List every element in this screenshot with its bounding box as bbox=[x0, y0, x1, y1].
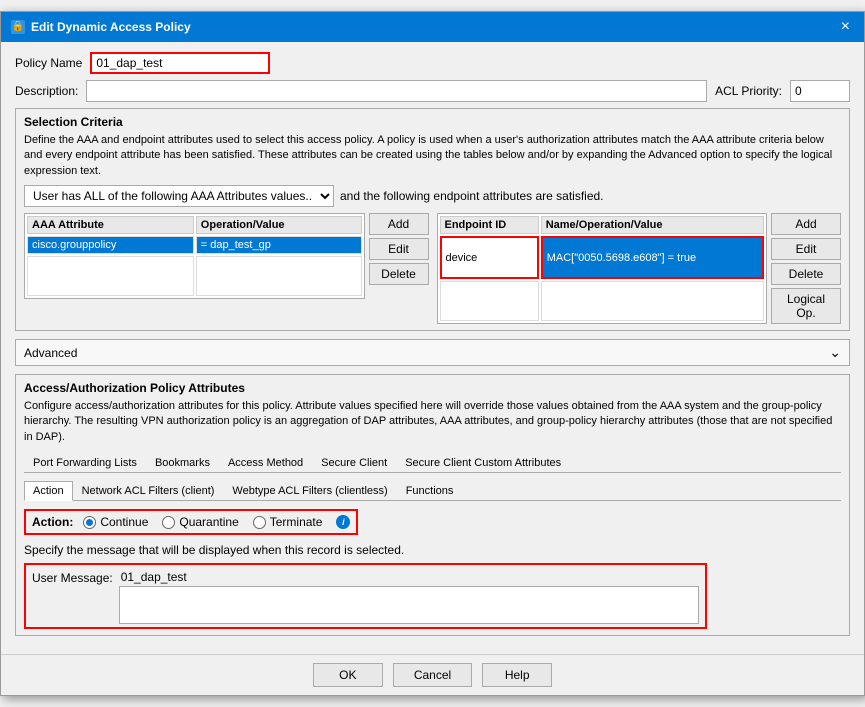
radio-continue[interactable]: Continue bbox=[83, 515, 148, 529]
acl-priority-input[interactable] bbox=[790, 80, 850, 102]
dialog-content: Policy Name Description: ACL Priority: S… bbox=[1, 42, 864, 654]
dialog-icon: 🔒 bbox=[11, 20, 25, 34]
tab-secure-client[interactable]: Secure Client bbox=[312, 453, 396, 473]
help-button[interactable]: Help bbox=[482, 663, 552, 687]
description-row: Description: ACL Priority: bbox=[15, 80, 850, 102]
action-row: Action: Continue Quarantine Terminate bbox=[24, 509, 358, 535]
user-message-row: User Message: 01_dap_test bbox=[24, 563, 841, 629]
description-label: Description: bbox=[15, 84, 78, 98]
title-bar-left: 🔒 Edit Dynamic Access Policy bbox=[11, 20, 191, 34]
aaa-table-section: AAA Attribute Operation/Value cisco.grou… bbox=[24, 213, 429, 299]
aaa-add-button[interactable]: Add bbox=[369, 213, 429, 235]
tab-access-method[interactable]: Access Method bbox=[219, 453, 312, 473]
tab-network-acl[interactable]: Network ACL Filters (client) bbox=[73, 481, 224, 501]
aaa-table-buttons: Add Edit Delete bbox=[369, 213, 429, 299]
tab-webtype-acl[interactable]: Webtype ACL Filters (clientless) bbox=[223, 481, 396, 501]
title-bar: 🔒 Edit Dynamic Access Policy × bbox=[1, 12, 864, 42]
aaa-col2-header: Operation/Value bbox=[196, 216, 362, 234]
endpoint-cell-value: MAC["0050.5698.e608"] = true bbox=[541, 236, 764, 279]
acl-priority-label: ACL Priority: bbox=[715, 84, 782, 98]
dialog-title: Edit Dynamic Access Policy bbox=[31, 20, 191, 34]
user-message-label: User Message: bbox=[32, 571, 113, 585]
selection-criteria-section: Selection Criteria Define the AAA and en… bbox=[15, 108, 850, 331]
info-icon: i bbox=[336, 515, 350, 529]
tab-secure-client-custom[interactable]: Secure Client Custom Attributes bbox=[396, 453, 570, 473]
dropdown-row: User has ALL of the following AAA Attrib… bbox=[24, 185, 841, 207]
endpoint-col2-header: Name/Operation/Value bbox=[541, 216, 764, 234]
aaa-table: AAA Attribute Operation/Value cisco.grou… bbox=[24, 213, 365, 299]
bottom-tabs-header: Action Network ACL Filters (client) Webt… bbox=[24, 481, 841, 501]
action-radio-group: Continue Quarantine Terminate i bbox=[83, 515, 350, 529]
description-input[interactable] bbox=[86, 80, 707, 102]
user-message-input-area: 01_dap_test bbox=[119, 568, 699, 624]
aaa-table-row[interactable]: cisco.grouppolicy = dap_test_gp bbox=[27, 236, 362, 254]
tab-port-forwarding[interactable]: Port Forwarding Lists bbox=[24, 453, 146, 473]
continue-label: Continue bbox=[100, 515, 148, 529]
action-label: Action: bbox=[32, 515, 73, 529]
advanced-row[interactable]: Advanced ⌄ bbox=[15, 339, 850, 366]
tab-functions[interactable]: Functions bbox=[397, 481, 463, 501]
dialog-footer: OK Cancel Help bbox=[1, 654, 864, 695]
endpoint-delete-button[interactable]: Delete bbox=[771, 263, 841, 285]
message-desc: Specify the message that will be display… bbox=[24, 543, 841, 557]
cancel-button[interactable]: Cancel bbox=[393, 663, 472, 687]
user-message-textarea[interactable] bbox=[119, 586, 699, 624]
user-message-wrapper: User Message: 01_dap_test bbox=[24, 563, 707, 629]
logical-op-button[interactable]: Logical Op. bbox=[771, 288, 841, 324]
access-section: Access/Authorization Policy Attributes C… bbox=[15, 374, 850, 636]
endpoint-table-buttons: Add Edit Delete Logical Op. bbox=[771, 213, 841, 324]
endpoint-edit-button[interactable]: Edit bbox=[771, 238, 841, 260]
and-text: and the following endpoint attributes ar… bbox=[340, 185, 604, 207]
policy-name-row: Policy Name bbox=[15, 52, 850, 74]
top-tabs-header: Port Forwarding Lists Bookmarks Access M… bbox=[24, 453, 841, 473]
chevron-down-icon: ⌄ bbox=[829, 344, 841, 361]
endpoint-table-with-buttons: Endpoint ID Name/Operation/Value device … bbox=[437, 213, 842, 324]
access-section-desc: Configure access/authorization attribute… bbox=[24, 399, 841, 445]
continue-radio-button[interactable] bbox=[83, 516, 96, 529]
selection-criteria-desc: Define the AAA and endpoint attributes u… bbox=[24, 133, 841, 179]
policy-name-input[interactable] bbox=[90, 52, 270, 74]
aaa-table-with-buttons: AAA Attribute Operation/Value cisco.grou… bbox=[24, 213, 429, 299]
access-section-title: Access/Authorization Policy Attributes bbox=[24, 381, 841, 395]
selection-criteria-title: Selection Criteria bbox=[24, 115, 841, 129]
aaa-edit-button[interactable]: Edit bbox=[369, 238, 429, 260]
policy-name-label: Policy Name bbox=[15, 56, 82, 70]
endpoint-add-button[interactable]: Add bbox=[771, 213, 841, 235]
edit-dap-dialog: 🔒 Edit Dynamic Access Policy × Policy Na… bbox=[0, 11, 865, 696]
aaa-dropdown[interactable]: User has ALL of the following AAA Attrib… bbox=[24, 185, 334, 207]
terminate-label: Terminate bbox=[270, 515, 323, 529]
quarantine-label: Quarantine bbox=[179, 515, 238, 529]
advanced-label: Advanced bbox=[24, 346, 77, 360]
endpoint-table-section: Endpoint ID Name/Operation/Value device … bbox=[437, 213, 842, 324]
action-container: Action: Continue Quarantine Terminate bbox=[24, 509, 841, 535]
endpoint-table: Endpoint ID Name/Operation/Value device … bbox=[437, 213, 768, 324]
tab-action[interactable]: Action bbox=[24, 481, 73, 501]
close-button[interactable]: × bbox=[837, 18, 854, 36]
tables-row: AAA Attribute Operation/Value cisco.grou… bbox=[24, 213, 841, 324]
endpoint-table-row[interactable]: device MAC["0050.5698.e608"] = true bbox=[440, 236, 765, 279]
tab-bookmarks[interactable]: Bookmarks bbox=[146, 453, 219, 473]
aaa-cell-grouppolicy: cisco.grouppolicy bbox=[27, 236, 194, 254]
terminate-radio-button[interactable] bbox=[253, 516, 266, 529]
ok-button[interactable]: OK bbox=[313, 663, 383, 687]
aaa-delete-button[interactable]: Delete bbox=[369, 263, 429, 285]
aaa-col1-header: AAA Attribute bbox=[27, 216, 194, 234]
quarantine-radio-button[interactable] bbox=[162, 516, 175, 529]
radio-quarantine[interactable]: Quarantine bbox=[162, 515, 238, 529]
radio-terminate[interactable]: Terminate bbox=[253, 515, 323, 529]
endpoint-cell-id: device bbox=[440, 236, 539, 279]
endpoint-col1-header: Endpoint ID bbox=[440, 216, 539, 234]
user-message-value-text: 01_dap_test bbox=[119, 568, 699, 586]
aaa-cell-value: = dap_test_gp bbox=[196, 236, 362, 254]
